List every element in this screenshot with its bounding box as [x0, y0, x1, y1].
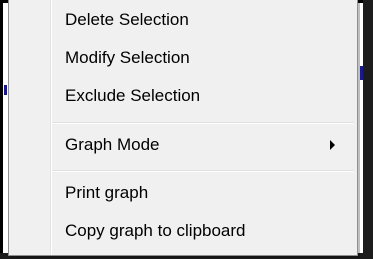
menu-item-label: Exclude Selection: [65, 86, 201, 105]
menu-item-label: Copy graph to clipboard: [65, 221, 246, 240]
screen: Delete Selection Modify Selection Exclud…: [0, 0, 373, 259]
menu-item-exclude-selection[interactable]: Exclude Selection: [11, 79, 355, 113]
menu-item-modify-selection[interactable]: Modify Selection: [11, 41, 355, 75]
menu-item-copy-graph-to-clipboard[interactable]: Copy graph to clipboard: [11, 214, 355, 248]
menu-separator: [53, 170, 354, 172]
menu-item-label: Delete Selection: [65, 10, 189, 29]
menu-separator: [53, 122, 354, 124]
graph-window-edge-right: [363, 0, 373, 259]
menu-item-graph-mode[interactable]: Graph Mode: [11, 128, 355, 162]
graph-axis-mark-left: [4, 85, 7, 95]
menu-item-label: Modify Selection: [65, 48, 190, 67]
menu-item-print-graph[interactable]: Print graph: [11, 176, 355, 210]
menu-item-label: Print graph: [65, 183, 149, 202]
menu-item-delete-selection[interactable]: Delete Selection: [11, 3, 355, 37]
chevron-right-icon: [330, 140, 335, 150]
graph-axis-mark-right: [360, 66, 363, 80]
context-menu: Delete Selection Modify Selection Exclud…: [8, 0, 358, 256]
menu-item-label: Graph Mode: [65, 135, 160, 154]
